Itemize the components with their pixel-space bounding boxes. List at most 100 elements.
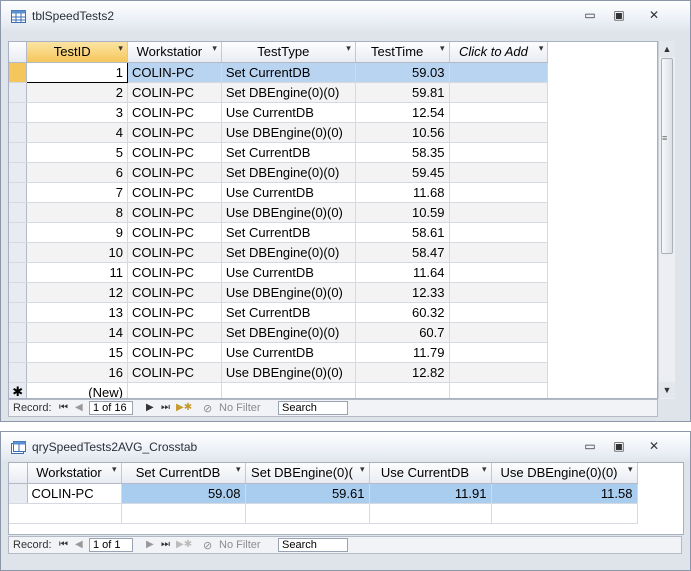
row-selector[interactable]	[9, 82, 28, 103]
new-record-cell[interactable]	[449, 382, 549, 398]
cell-testtype[interactable]: Set DBEngine(0)(0)	[221, 322, 356, 343]
scroll-thumb[interactable]	[661, 58, 673, 254]
dropdown-arrow-icon[interactable]: ▾	[346, 43, 351, 54]
new-record-row[interactable]: ✱ (New)	[9, 382, 657, 398]
crosstab-window-titlebar[interactable]: qrySpeedTests2AVG_Crosstab ▭ ▣ ✕	[1, 432, 690, 461]
dropdown-arrow-icon[interactable]: ▾	[236, 464, 241, 475]
no-filter-button[interactable]: No Filter	[219, 402, 261, 414]
table-row[interactable]: 11 COLIN-PC Use CurrentDB 11.64	[9, 262, 657, 283]
row-selector[interactable]	[9, 483, 28, 504]
row-selector[interactable]	[9, 202, 28, 223]
cell-testtime[interactable]: 59.81	[355, 82, 450, 103]
table-row[interactable]: 8 COLIN-PC Use DBEngine(0)(0) 10.59	[9, 202, 657, 223]
row-selector[interactable]	[9, 322, 28, 343]
new-record-label[interactable]: (New)	[26, 382, 128, 398]
cell-click-to-add[interactable]	[449, 182, 549, 203]
cell-testtype[interactable]: Use CurrentDB	[221, 182, 356, 203]
table-row[interactable]: 5 COLIN-PC Set CurrentDB 58.35	[9, 142, 657, 163]
column-header-workstation[interactable]: Workstatior ▾	[127, 42, 222, 63]
cell-testtype[interactable]: Set CurrentDB	[221, 302, 356, 323]
cell-testtype[interactable]: Use DBEngine(0)(0)	[221, 202, 356, 223]
cell-testtime[interactable]: 10.56	[355, 122, 450, 143]
cell-testtype[interactable]: Set DBEngine(0)(0)	[221, 82, 356, 103]
cell-click-to-add[interactable]	[449, 142, 549, 163]
cell-click-to-add[interactable]	[449, 202, 549, 223]
cell-testtype[interactable]: Set CurrentDB	[221, 222, 356, 243]
table-window-titlebar[interactable]: tblSpeedTests2 ▭ ▣ ✕	[1, 1, 690, 30]
table-row[interactable]: 10 COLIN-PC Set DBEngine(0)(0) 58.47	[9, 242, 657, 263]
cell-testtype[interactable]: Use CurrentDB	[221, 102, 356, 123]
cell-testtime[interactable]: 11.79	[355, 342, 450, 363]
cell-testid[interactable]: 7	[26, 182, 128, 203]
search-input[interactable]: Search	[278, 538, 348, 552]
cell-testtime[interactable]: 60.7	[355, 322, 450, 343]
cell-workstation[interactable]: COLIN-PC	[127, 302, 222, 323]
cell-click-to-add[interactable]	[449, 242, 549, 263]
cell-testid[interactable]: 8	[26, 202, 128, 223]
cell-workstation[interactable]: COLIN-PC	[127, 182, 222, 203]
cell-testid[interactable]: 9	[26, 222, 128, 243]
cell-testid[interactable]: 3	[26, 102, 128, 123]
cell-testtime[interactable]: 59.45	[355, 162, 450, 183]
cell-workstation[interactable]: COLIN-PC	[27, 483, 122, 504]
cell-workstation[interactable]: COLIN-PC	[127, 222, 222, 243]
cell-set-dbengine[interactable]: 59.61	[245, 483, 370, 504]
cell-testid[interactable]: 2	[26, 82, 128, 103]
cell-testid[interactable]: 14	[26, 322, 128, 343]
new-record-cell[interactable]	[221, 382, 356, 398]
table-row[interactable]: 16 COLIN-PC Use DBEngine(0)(0) 12.82	[9, 362, 657, 383]
first-record-icon[interactable]: ⏮	[59, 539, 68, 550]
next-record-icon[interactable]: ▶	[146, 402, 154, 413]
row-selector[interactable]	[9, 102, 28, 123]
cell-set-currentdb[interactable]: 59.08	[121, 483, 246, 504]
column-header-set-currentdb[interactable]: Set CurrentDB ▾	[121, 463, 246, 484]
close-button[interactable]: ✕	[643, 7, 665, 23]
column-header-use-dbengine[interactable]: Use DBEngine(0)(0) ▾	[491, 463, 638, 484]
cell-workstation[interactable]: COLIN-PC	[127, 62, 222, 83]
dropdown-arrow-icon[interactable]: ▾	[482, 464, 487, 475]
cell-workstation[interactable]: COLIN-PC	[127, 122, 222, 143]
scroll-up-arrow-icon[interactable]: ▲	[659, 41, 675, 57]
column-header-testtime[interactable]: TestTime ▾	[355, 42, 450, 63]
table-row[interactable]: 14 COLIN-PC Set DBEngine(0)(0) 60.7	[9, 322, 657, 343]
cell-testid[interactable]: 6	[26, 162, 128, 183]
row-selector[interactable]	[9, 362, 28, 383]
first-record-icon[interactable]: ⏮	[59, 402, 68, 413]
cell-testtime[interactable]: 60.32	[355, 302, 450, 323]
no-filter-icon[interactable]: ⊘	[203, 539, 212, 552]
row-selector[interactable]	[9, 162, 28, 183]
table-row[interactable]: 7 COLIN-PC Use CurrentDB 11.68	[9, 182, 657, 203]
cell-testid[interactable]: 10	[26, 242, 128, 263]
cell-workstation[interactable]: COLIN-PC	[127, 82, 222, 103]
table-row[interactable]: 6 COLIN-PC Set DBEngine(0)(0) 59.45	[9, 162, 657, 183]
row-selector[interactable]	[9, 182, 28, 203]
cell-testtype[interactable]: Set DBEngine(0)(0)	[221, 162, 356, 183]
new-record-cell[interactable]	[127, 382, 222, 398]
table-row[interactable]: COLIN-PC 59.08 59.61 11.91 11.58	[9, 483, 638, 504]
cell-testtime[interactable]: 59.03	[355, 62, 450, 83]
cell-testid[interactable]: 16	[26, 362, 128, 383]
column-header-set-dbengine[interactable]: Set DBEngine(0)(▾	[245, 463, 370, 484]
cell-testtime[interactable]: 12.33	[355, 282, 450, 303]
cell-testtype[interactable]: Use CurrentDB	[221, 342, 356, 363]
dropdown-arrow-icon[interactable]: ▾	[440, 43, 445, 54]
cell-workstation[interactable]: COLIN-PC	[127, 202, 222, 223]
table-row[interactable]: 4 COLIN-PC Use DBEngine(0)(0) 10.56	[9, 122, 657, 143]
cell-click-to-add[interactable]	[449, 82, 549, 103]
dropdown-arrow-icon[interactable]: ▾	[360, 464, 365, 475]
minimize-button[interactable]: ▭	[579, 438, 601, 454]
cell-workstation[interactable]: COLIN-PC	[127, 362, 222, 383]
next-record-icon[interactable]: ▶	[146, 539, 154, 550]
cell-workstation[interactable]: COLIN-PC	[127, 242, 222, 263]
column-header-workstation[interactable]: Workstatior ▾	[27, 463, 122, 484]
cell-use-dbengine[interactable]: 11.58	[491, 483, 638, 504]
cell-click-to-add[interactable]	[449, 262, 549, 283]
cell-testtime[interactable]: 58.61	[355, 222, 450, 243]
cell-workstation[interactable]: COLIN-PC	[127, 262, 222, 283]
vertical-scrollbar[interactable]: ▲ ≡ ▼	[658, 41, 675, 399]
cell-testtype[interactable]: Set DBEngine(0)(0)	[221, 242, 356, 263]
cell-testid[interactable]: 4	[26, 122, 128, 143]
last-record-icon[interactable]: ⏭	[161, 402, 170, 413]
table-row[interactable]: 2 COLIN-PC Set DBEngine(0)(0) 59.81	[9, 82, 657, 103]
dropdown-arrow-icon[interactable]: ▾	[118, 43, 123, 54]
